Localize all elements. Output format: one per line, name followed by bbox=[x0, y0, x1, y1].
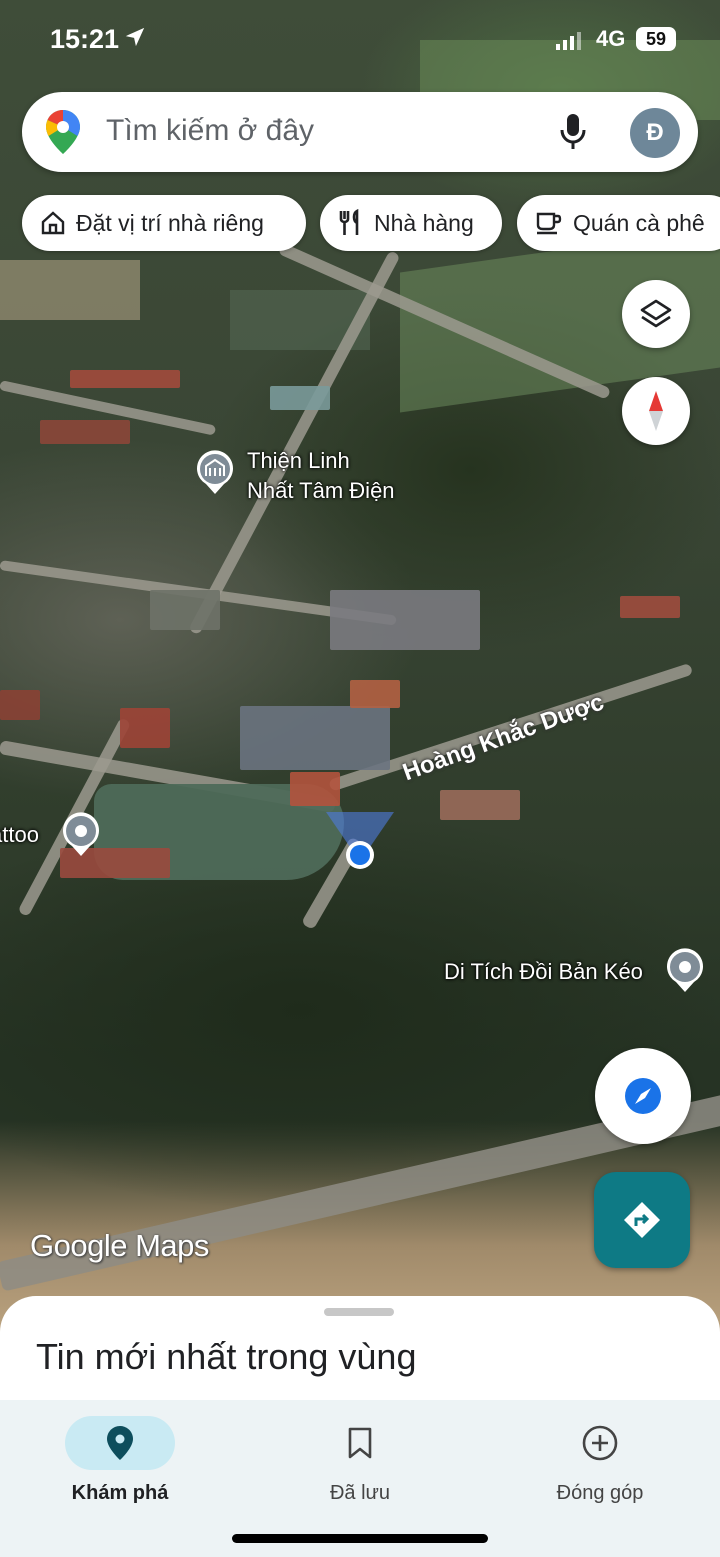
location-arrow-icon bbox=[125, 27, 145, 47]
place-label-temple[interactable]: Thiện Linh Nhất Tâm Điện bbox=[247, 446, 395, 506]
microphone-icon[interactable] bbox=[558, 112, 588, 152]
home-indicator[interactable] bbox=[232, 1534, 488, 1543]
network-type: 4G bbox=[596, 26, 626, 51]
nav-label: Đóng góp bbox=[556, 1482, 644, 1504]
nav-icon-wrap bbox=[545, 1416, 655, 1470]
place-label-di-tich[interactable]: Di Tích Đồi Bản Kéo bbox=[444, 957, 643, 987]
chip-restaurants[interactable]: Nhà hàng bbox=[320, 195, 502, 251]
my-location-marker bbox=[326, 812, 394, 869]
home-icon bbox=[41, 211, 65, 235]
layers-button[interactable] bbox=[622, 280, 690, 348]
place-name-line2: Nhất Tâm Điện bbox=[247, 478, 395, 503]
add-circle-icon bbox=[582, 1425, 618, 1461]
temple-icon[interactable] bbox=[196, 450, 234, 496]
restaurant-icon bbox=[339, 209, 359, 235]
search-input[interactable]: Tìm kiếm ở đây bbox=[106, 114, 314, 148]
chip-label: Nhà hàng bbox=[374, 209, 474, 236]
place-pin-icon[interactable] bbox=[62, 812, 100, 858]
nav-saved[interactable]: Đã lưu bbox=[260, 1408, 460, 1518]
directions-button[interactable] bbox=[594, 1172, 690, 1268]
place-name-line1: Thiện Linh bbox=[247, 448, 350, 473]
google-maps-logo: Google Maps bbox=[30, 1228, 209, 1263]
layers-icon bbox=[640, 299, 672, 328]
my-location-button[interactable] bbox=[595, 1048, 691, 1144]
chip-label: Đặt vị trí nhà riêng bbox=[76, 209, 264, 236]
bottom-sheet[interactable]: Tin mới nhất trong vùng bbox=[0, 1296, 720, 1416]
place-label-tattoo[interactable]: attoo bbox=[0, 820, 39, 850]
coffee-icon bbox=[536, 212, 562, 235]
place-pin-icon[interactable] bbox=[666, 948, 704, 994]
bottom-navigation: Khám phá Đã lưu Đóng góp bbox=[0, 1400, 720, 1557]
nav-label: Khám phá bbox=[71, 1482, 169, 1504]
account-avatar[interactable]: Đ bbox=[630, 108, 680, 158]
chip-set-home[interactable]: Đặt vị trí nhà riêng bbox=[22, 195, 306, 251]
nav-icon-wrap bbox=[305, 1416, 415, 1470]
directions-icon bbox=[624, 1202, 660, 1238]
chip-label: Quán cà phê bbox=[573, 209, 705, 236]
nav-active-indicator bbox=[65, 1416, 175, 1470]
navigation-compass-icon bbox=[625, 1078, 661, 1114]
sheet-drag-handle[interactable] bbox=[324, 1308, 394, 1316]
google-maps-pin-icon bbox=[46, 110, 80, 154]
status-bar: 15:21 4G 59 bbox=[0, 0, 720, 80]
chip-coffee[interactable]: Quán cà phê bbox=[517, 195, 720, 251]
bookmark-icon bbox=[348, 1427, 372, 1459]
battery-indicator: 59 bbox=[636, 27, 676, 51]
nav-explore[interactable]: Khám phá bbox=[20, 1408, 220, 1518]
signal-icon bbox=[556, 32, 581, 50]
nav-contribute[interactable]: Đóng góp bbox=[500, 1408, 700, 1518]
compass-button[interactable] bbox=[622, 377, 690, 445]
compass-icon bbox=[649, 391, 663, 431]
sheet-title: Tin mới nhất trong vùng bbox=[36, 1336, 417, 1377]
nav-label: Đã lưu bbox=[329, 1482, 391, 1504]
location-pin-icon bbox=[107, 1426, 133, 1460]
search-bar[interactable]: Tìm kiếm ở đây Đ bbox=[22, 92, 698, 172]
status-time: 15:21 bbox=[50, 24, 120, 54]
